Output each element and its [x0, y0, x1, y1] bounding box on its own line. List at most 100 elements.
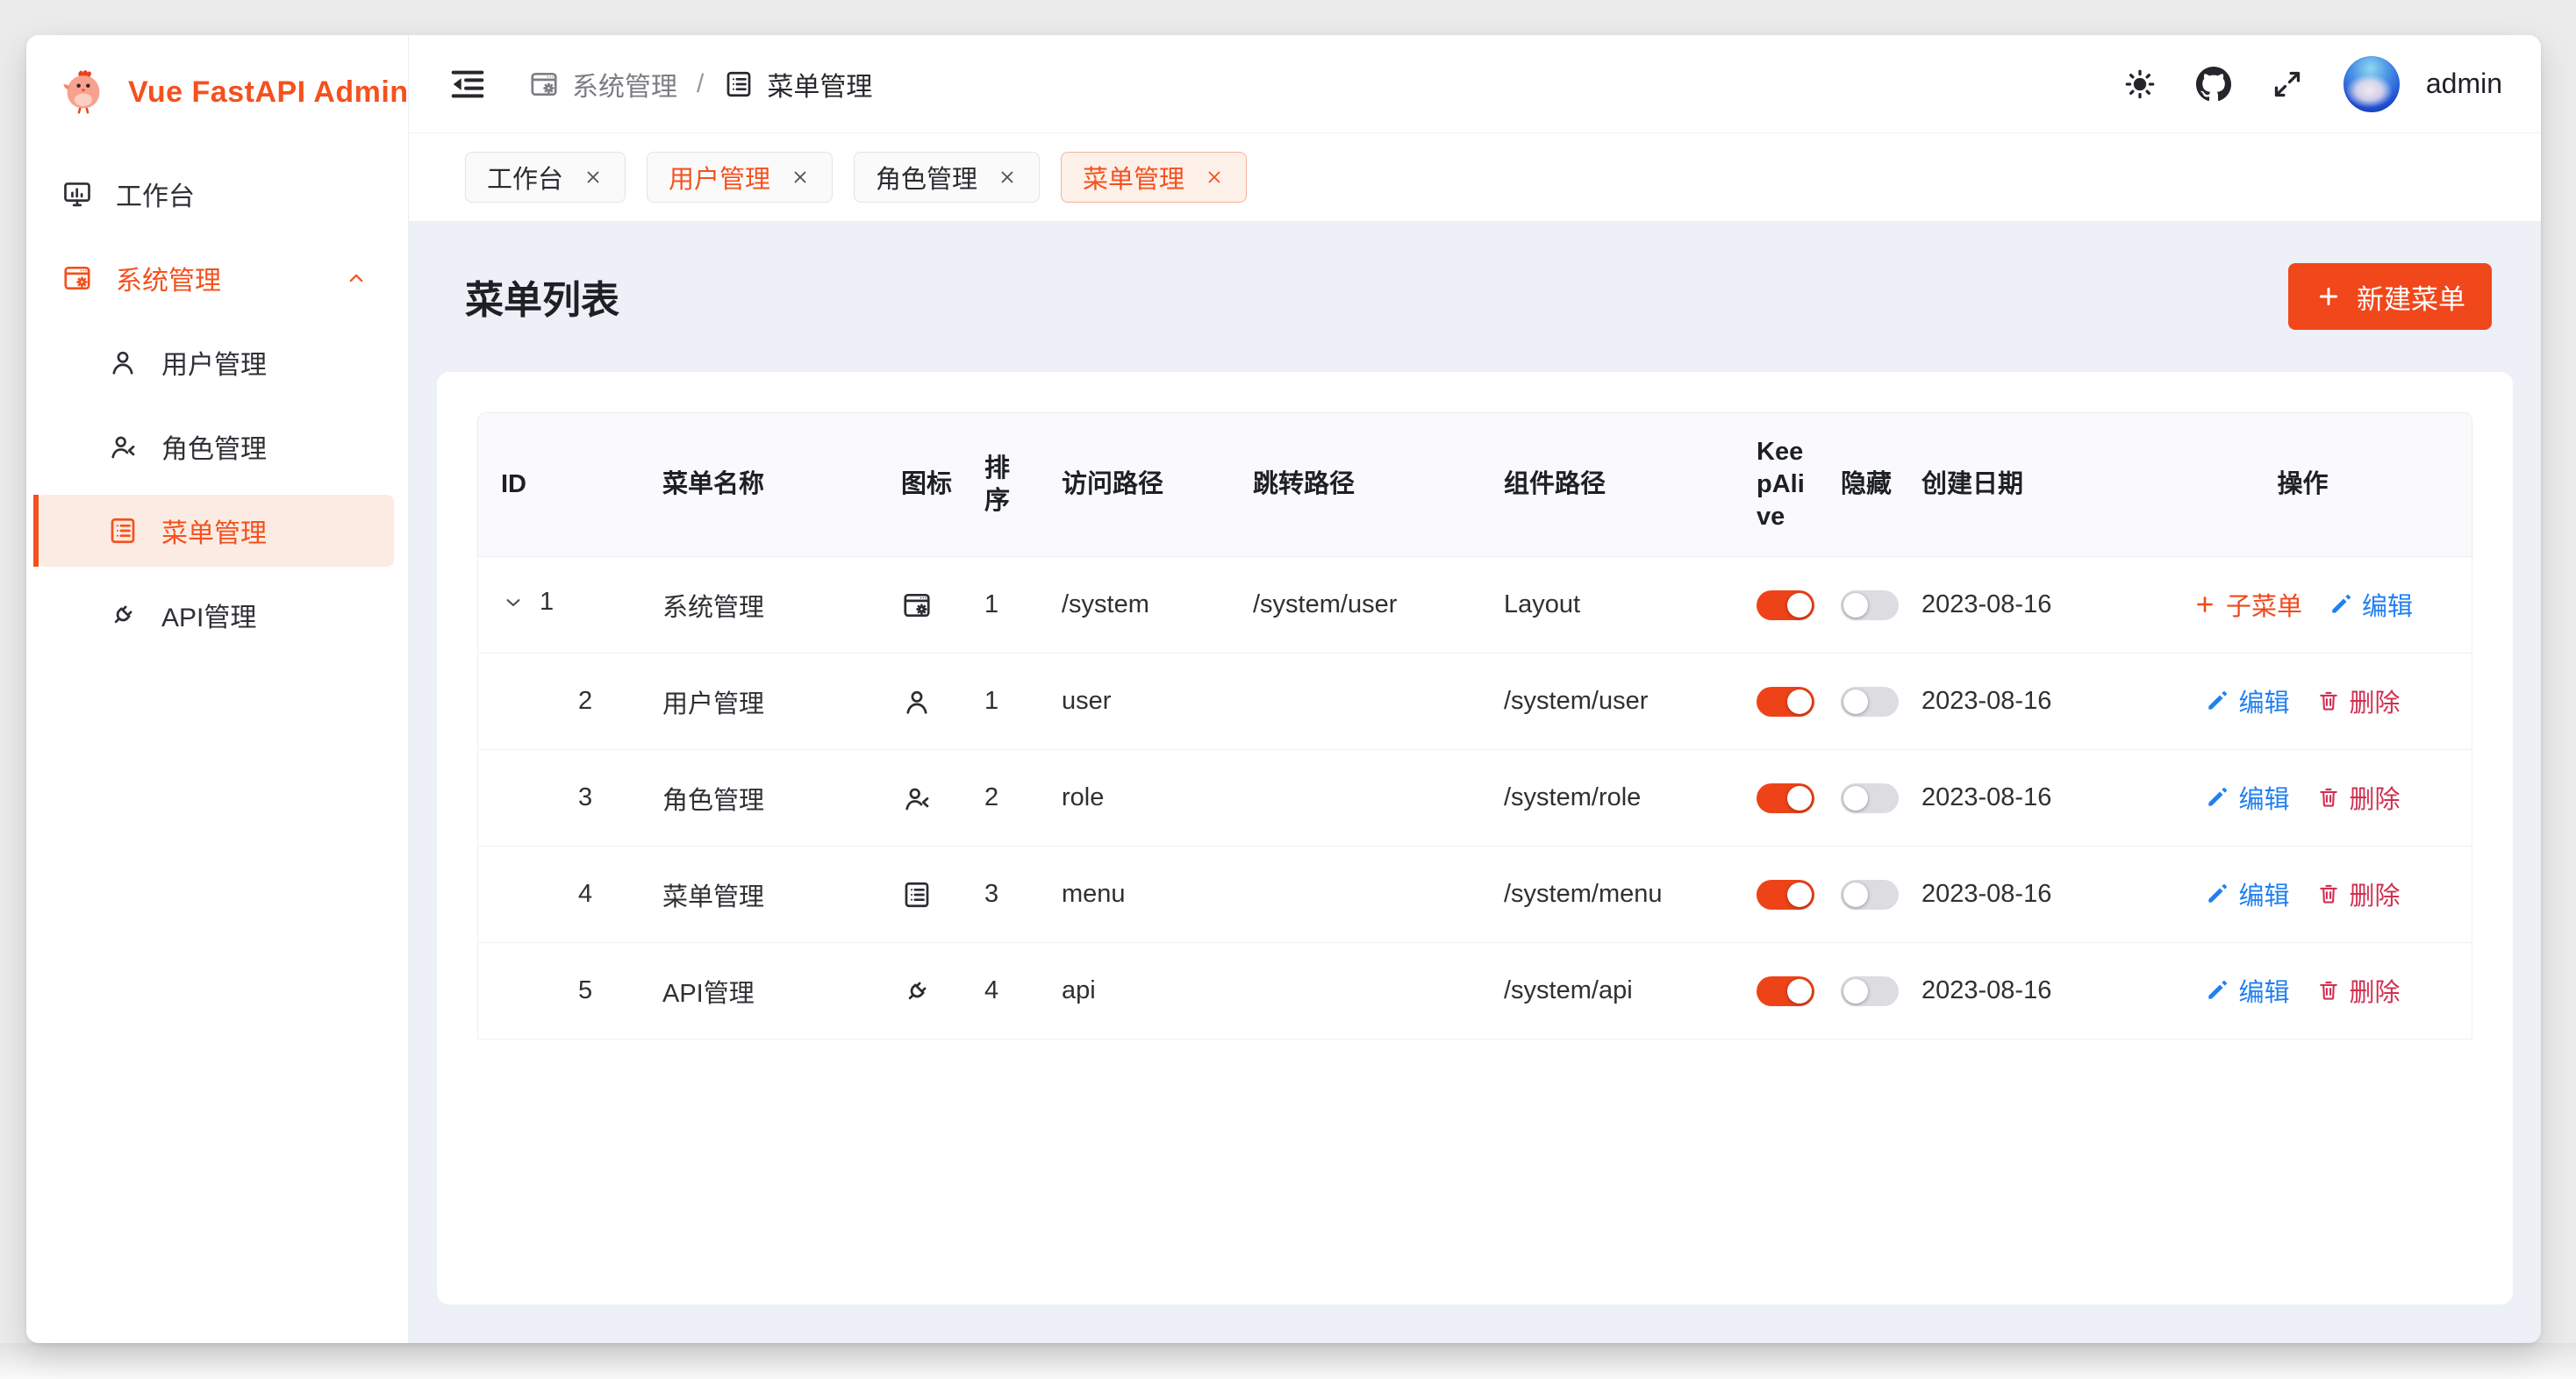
github-icon[interactable] [2196, 67, 2231, 102]
cell-created: 2023-08-16 [1907, 654, 2134, 750]
breadcrumb-separator: / [677, 69, 723, 99]
page-title: 菜单列表 [465, 268, 619, 325]
menu-icon [723, 68, 755, 100]
create-menu-button[interactable]: 新建菜单 [2288, 263, 2492, 330]
app-logo[interactable]: Vue FastAPI Admin [26, 35, 408, 119]
edit-button[interactable]: 编辑 [2205, 779, 2289, 816]
delete-button[interactable]: 删除 [2316, 779, 2401, 816]
col-created: 创建日期 [1907, 412, 2134, 557]
hidden-toggle[interactable] [1841, 783, 1899, 813]
edit-button[interactable]: 编辑 [2205, 875, 2289, 912]
expand-row-icon[interactable] [501, 590, 526, 615]
cell-path: api [1048, 943, 1239, 1040]
cell-created: 2023-08-16 [1907, 750, 2134, 847]
cell-id: 4 [501, 880, 592, 909]
page-header: 菜单列表 新建菜单 [409, 221, 2541, 372]
api-icon [107, 599, 139, 631]
pencil-icon [2329, 592, 2353, 617]
breadcrumb: 系统管理 / 菜单管理 [528, 65, 872, 104]
delete-button[interactable]: 删除 [2316, 972, 2401, 1009]
sidebar-item-menus[interactable]: 菜单管理 [37, 495, 394, 567]
col-keepalive: KeepAlive [1742, 412, 1827, 557]
tab-label: 角色管理 [876, 159, 977, 196]
col-name: 菜单名称 [648, 412, 887, 557]
api-icon [901, 975, 933, 1007]
breadcrumb-label: 系统管理 [572, 65, 677, 104]
user-icon [107, 347, 139, 378]
keepalive-toggle[interactable] [1757, 590, 1814, 620]
sidebar-item-label: 系统管理 [116, 259, 221, 297]
close-icon[interactable] [583, 167, 604, 188]
tab-label: 工作台 [487, 159, 563, 196]
sidebar-item-api[interactable]: API管理 [37, 579, 394, 651]
sidebar-item-users[interactable]: 用户管理 [37, 326, 394, 398]
cell-redirect [1239, 654, 1490, 750]
trash-icon [2316, 689, 2341, 713]
system-icon [61, 262, 93, 294]
sidebar-item-label: 角色管理 [161, 427, 267, 466]
close-icon[interactable] [1204, 167, 1225, 188]
sidebar-collapse-button[interactable] [447, 64, 488, 104]
pencil-icon [2205, 978, 2229, 1003]
edit-button[interactable]: 编辑 [2205, 682, 2289, 719]
theme-sun-icon[interactable] [2122, 67, 2157, 102]
cell-component: /system/user [1490, 654, 1742, 750]
cell-redirect [1239, 943, 1490, 1040]
sidebar-item-roles[interactable]: 角色管理 [37, 411, 394, 482]
edit-button[interactable]: 编辑 [2205, 972, 2289, 1009]
hidden-toggle[interactable] [1841, 880, 1899, 910]
table-row: 2 用户管理 1 user /system/user 2023-08-16 [477, 654, 2472, 750]
delete-button[interactable]: 删除 [2316, 875, 2401, 912]
sidebar-item-workbench[interactable]: 工作台 [37, 158, 394, 230]
hidden-toggle[interactable] [1841, 590, 1899, 620]
close-icon[interactable] [790, 167, 811, 188]
fullscreen-icon[interactable] [2270, 67, 2305, 102]
cell-created: 2023-08-16 [1907, 557, 2134, 654]
table-row: 3 角色管理 2 role /system/role 2023-08-16 [477, 750, 2472, 847]
tab-roles[interactable]: 角色管理 [854, 152, 1040, 203]
topbar: 系统管理 / 菜单管理 [409, 35, 2541, 133]
sidebar-item-system[interactable]: 系统管理 [37, 242, 394, 314]
sidebar-item-label: 菜单管理 [161, 511, 267, 550]
keepalive-toggle[interactable] [1757, 783, 1814, 813]
tab-label: 用户管理 [669, 159, 770, 196]
cell-component: /system/api [1490, 943, 1742, 1040]
pencil-icon [2205, 689, 2229, 713]
cell-name: 用户管理 [648, 654, 887, 750]
cell-path: /system [1048, 557, 1239, 654]
keepalive-toggle[interactable] [1757, 976, 1814, 1006]
cell-redirect [1239, 847, 1490, 943]
app-window: Vue FastAPI Admin 工作台 [26, 35, 2541, 1343]
cell-name: 角色管理 [648, 750, 887, 847]
keepalive-toggle[interactable] [1757, 880, 1814, 910]
role-icon [901, 782, 933, 814]
hidden-toggle[interactable] [1841, 687, 1899, 717]
breadcrumb-item-menu[interactable]: 菜单管理 [723, 65, 872, 104]
sidebar-item-label: 用户管理 [161, 343, 267, 382]
cell-redirect: /system/user [1239, 557, 1490, 654]
username[interactable]: admin [2426, 68, 2502, 100]
tab-menus[interactable]: 菜单管理 [1061, 152, 1247, 203]
sidebar-item-label: API管理 [161, 596, 256, 634]
cell-created: 2023-08-16 [1907, 847, 2134, 943]
menu-table: ID 菜单名称 图标 排序 访问路径 跳转路径 组件路径 KeepAlive 隐… [477, 412, 2472, 1040]
breadcrumb-item-system[interactable]: 系统管理 [528, 65, 677, 104]
user-avatar[interactable] [2343, 56, 2400, 112]
system-icon [528, 68, 560, 100]
tab-workbench[interactable]: 工作台 [465, 152, 626, 203]
hidden-toggle[interactable] [1841, 976, 1899, 1006]
keepalive-toggle[interactable] [1757, 687, 1814, 717]
edit-button[interactable]: 编辑 [2329, 586, 2413, 623]
user-icon [901, 686, 933, 718]
cell-path: user [1048, 654, 1239, 750]
tab-label: 菜单管理 [1083, 159, 1184, 196]
cell-component: /system/menu [1490, 847, 1742, 943]
add-submenu-button[interactable]: 子菜单 [2193, 586, 2302, 623]
table-header-row: ID 菜单名称 图标 排序 访问路径 跳转路径 组件路径 KeepAlive 隐… [477, 412, 2472, 557]
pencil-icon [2205, 882, 2229, 906]
sidebar-menu: 工作台 系统管理 [26, 158, 408, 651]
tab-users[interactable]: 用户管理 [647, 152, 833, 203]
close-icon[interactable] [997, 167, 1018, 188]
delete-button[interactable]: 删除 [2316, 682, 2401, 719]
chicken-logo-icon [56, 65, 111, 119]
